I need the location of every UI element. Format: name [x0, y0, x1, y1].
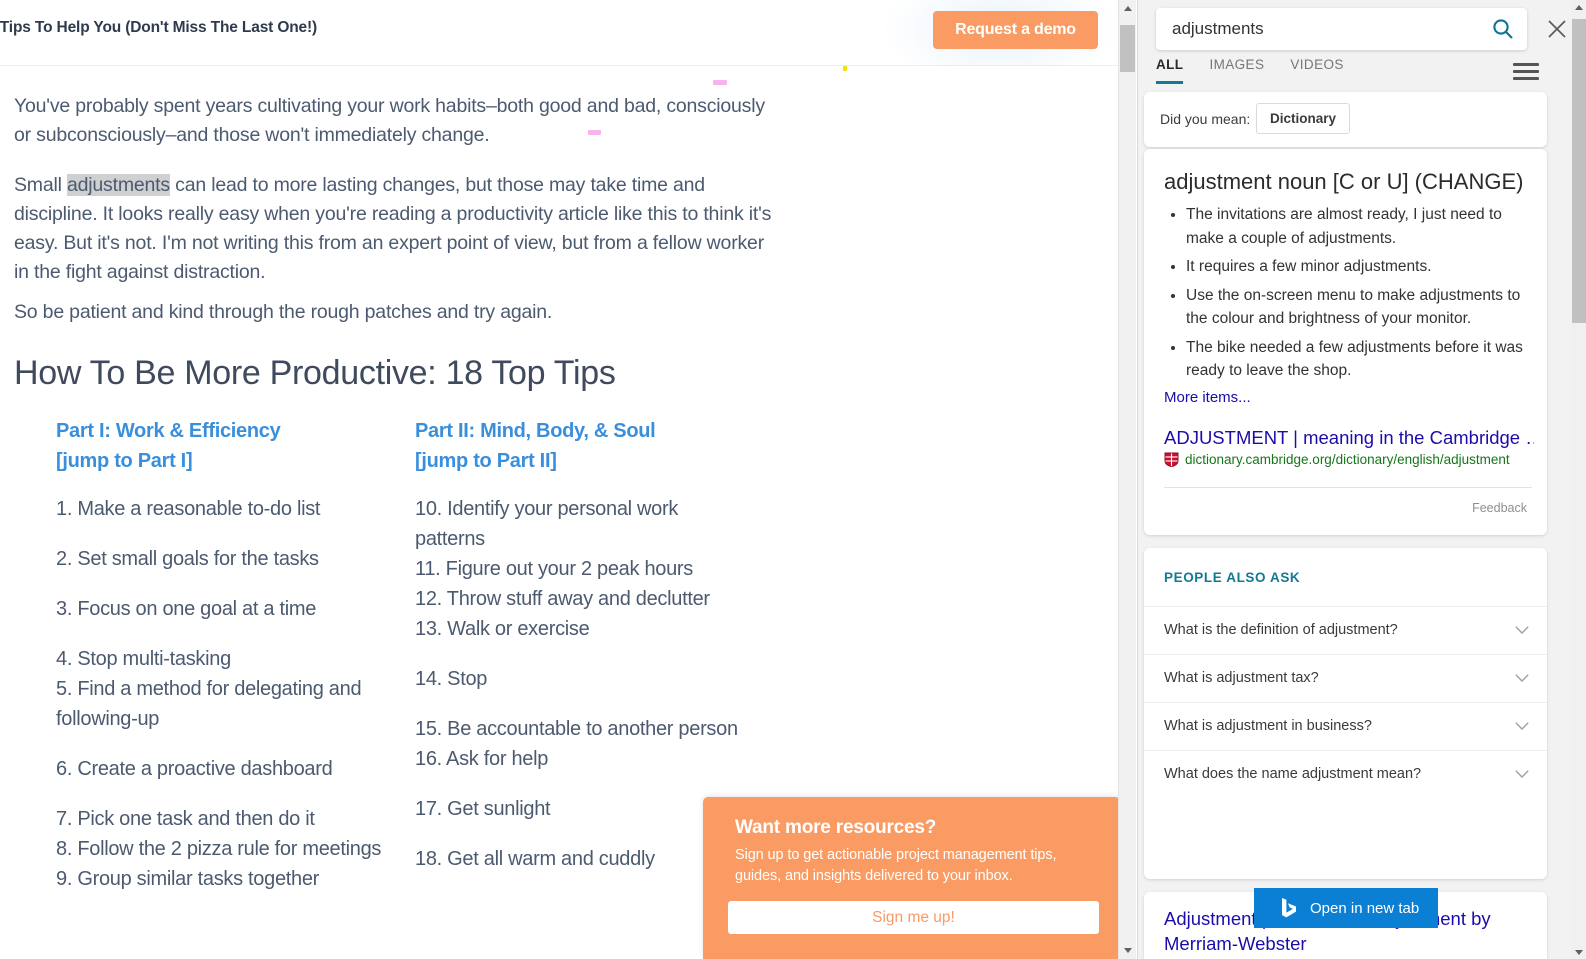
search-input[interactable]: [1170, 8, 1470, 50]
sidebar-topbar: ALL IMAGES VIDEOS: [1138, 0, 1586, 92]
newsletter-promo-card: Want more resources? Sign up to get acti…: [703, 797, 1118, 959]
scrollbar-thumb[interactable]: [1120, 25, 1135, 72]
hamburger-icon[interactable]: [1513, 63, 1539, 81]
paa-question: What is adjustment in business?: [1164, 718, 1372, 734]
scroll-down-arrow-icon[interactable]: [1572, 945, 1586, 959]
promo-close-icon[interactable]: ×: [389, 805, 398, 821]
tip-item: 2. Set small goals for the tasks: [56, 548, 319, 570]
cambridge-result-url: dictionary.cambridge.org/dictionary/engl…: [1185, 452, 1510, 467]
paa-question: What does the name adjustment mean?: [1164, 766, 1422, 782]
promo-body: Sign up to get actionable project manage…: [735, 847, 1057, 884]
feedback-link[interactable]: Feedback: [1472, 501, 1527, 515]
annotation-mark: [713, 80, 727, 85]
search-tabs: ALL IMAGES VIDEOS: [1156, 57, 1344, 92]
search-box[interactable]: [1156, 8, 1527, 50]
tip-item: 3. Focus on one goal at a time: [56, 598, 317, 620]
chevron-down-icon: [1515, 626, 1529, 634]
chevron-down-icon: [1515, 770, 1529, 778]
promo-title: Want more resources?: [735, 817, 937, 838]
list-item: Use the on-screen menu to make adjustmen…: [1186, 284, 1532, 331]
part2-label: Part II: Mind, Body, & Soul: [415, 420, 656, 442]
people-also-ask-title: PEOPLE ALSO ASK: [1164, 570, 1301, 585]
paragraph-2-before: Small: [14, 174, 67, 196]
paa-row[interactable]: What is adjustment in business?: [1144, 702, 1547, 750]
divider: [1164, 487, 1532, 488]
search-sidebar: ALL IMAGES VIDEOS Did you mean: Dictiona…: [1137, 0, 1586, 959]
tip-item: 13. Walk or exercise: [415, 618, 590, 640]
list-item: The invitations are almost ready, I just…: [1186, 203, 1532, 250]
more-items-link[interactable]: More items...: [1164, 389, 1251, 406]
signup-button[interactable]: Sign me up!: [728, 901, 1099, 934]
tip-item: 15. Be accountable to another person: [415, 718, 738, 740]
tip-item: 10. Identify your personal work patterns: [415, 498, 679, 550]
scroll-up-arrow-icon[interactable]: [1119, 0, 1137, 17]
annotation-mark: [843, 66, 847, 71]
chevron-down-icon: [1515, 722, 1529, 730]
part1-label: Part I: Work & Efficiency: [56, 420, 281, 442]
tab-images[interactable]: IMAGES: [1209, 57, 1264, 81]
dictionary-answer-card: adjustment noun [C or U] (CHANGE) The in…: [1144, 149, 1547, 535]
did-you-mean-card: Did you mean: Dictionary: [1144, 92, 1547, 147]
tab-videos[interactable]: VIDEOS: [1290, 57, 1343, 81]
part2-jump-link[interactable]: Part II: Mind, Body, & Soul [jump to Part…: [415, 416, 745, 476]
paragraph-2: Small adjustments can lead to more lasti…: [14, 171, 779, 287]
tip-item: 12. Throw stuff away and declutter: [415, 588, 710, 610]
dictionary-filter-chip[interactable]: Dictionary: [1256, 103, 1351, 134]
tips-column-part1: Part I: Work & Efficiency [jump to Part I…: [56, 416, 396, 894]
annotation-mark: [588, 130, 601, 135]
sidebar-scrollbar[interactable]: [1572, 0, 1586, 959]
request-demo-button[interactable]: Request a demo: [933, 11, 1098, 49]
tip-item: 8. Follow the 2 pizza rule for meetings: [56, 838, 382, 860]
tip-item: 18. Get all warm and cuddly: [415, 848, 655, 870]
tip-item: 17. Get sunlight: [415, 798, 551, 820]
part1-jump-label: [jump to Part I]: [56, 450, 193, 472]
scroll-up-arrow-icon[interactable]: [1572, 0, 1586, 14]
part1-jump-link[interactable]: Part I: Work & Efficiency [jump to Part I…: [56, 416, 396, 476]
paragraph-3: So be patient and kind through the rough…: [14, 301, 553, 323]
list-item: It requires a few minor adjustments.: [1186, 255, 1532, 279]
tip-item: 16. Ask for help: [415, 748, 549, 770]
chevron-down-icon: [1515, 674, 1529, 682]
close-icon[interactable]: [1545, 17, 1569, 41]
search-term-highlight: adjustments: [66, 174, 170, 196]
search-results-scroll: Did you mean: Dictionary adjustment noun…: [1138, 92, 1573, 959]
open-in-new-tab-label: Open in new tab: [1310, 899, 1420, 917]
scroll-down-arrow-icon[interactable]: [1119, 942, 1137, 959]
tip-item: 4. Stop multi-tasking: [56, 648, 231, 670]
tip-item: 9. Group similar tasks together: [56, 868, 320, 890]
part2-jump-label: [jump to Part II]: [415, 450, 557, 472]
paa-row[interactable]: What is the definition of adjustment?: [1144, 606, 1547, 654]
open-in-new-tab-button[interactable]: Open in new tab: [1254, 888, 1438, 928]
dictionary-entry-title: adjustment noun [C or U] (CHANGE): [1164, 169, 1524, 194]
people-also-ask-card: PEOPLE ALSO ASK What is the definition o…: [1144, 548, 1547, 879]
tip-item: 7. Pick one task and then do it: [56, 808, 315, 830]
did-you-mean-label: Did you mean:: [1160, 111, 1251, 127]
paragraph-1: You've probably spent years cultivating …: [14, 95, 765, 146]
tab-all[interactable]: ALL: [1156, 57, 1184, 84]
list-item: The bike needed a few adjustments before…: [1186, 336, 1532, 383]
tip-item: 14. Stop: [415, 668, 488, 690]
site-sticky-header: oductive: 18 Top Tips To Help You (Don't…: [0, 0, 1118, 90]
tips-column-part2: Part II: Mind, Body, & Soul [jump to Part…: [415, 416, 745, 874]
cambridge-shield-icon: [1164, 452, 1179, 467]
paa-question: What is the definition of adjustment?: [1164, 622, 1398, 638]
article-scrollbar[interactable]: [1118, 0, 1136, 959]
page-title: oductive: 18 Top Tips To Help You (Don't…: [0, 19, 318, 36]
screen-root: oductive: 18 Top Tips To Help You (Don't…: [0, 0, 1586, 959]
cambridge-result-link[interactable]: ADJUSTMENT | meaning in the Cambridge …: [1164, 427, 1534, 449]
search-icon[interactable]: [1491, 17, 1515, 41]
tip-item: 1. Make a reasonable to-do list: [56, 498, 321, 520]
tip-item: 11. Figure out your 2 peak hours: [415, 558, 693, 580]
paa-question: What is adjustment tax?: [1164, 670, 1319, 686]
bing-logo-icon: [1282, 898, 1296, 918]
section-heading: How To Be More Productive: 18 Top Tips: [14, 354, 616, 392]
article-page: oductive: 18 Top Tips To Help You (Don't…: [0, 0, 1118, 959]
paa-row[interactable]: What does the name adjustment mean?: [1144, 750, 1547, 798]
scrollbar-thumb[interactable]: [1572, 19, 1586, 323]
paa-row[interactable]: What is adjustment tax?: [1144, 654, 1547, 702]
dictionary-examples-list: The invitations are almost ready, I just…: [1164, 203, 1532, 388]
tip-item: 6. Create a proactive dashboard: [56, 758, 333, 780]
tip-item: 5. Find a method for delegating and foll…: [56, 678, 362, 730]
